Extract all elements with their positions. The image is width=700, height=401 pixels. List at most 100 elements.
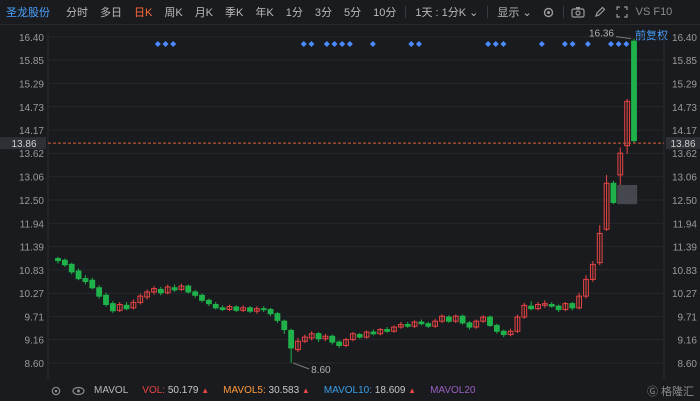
candle-body[interactable] — [281, 320, 288, 331]
candle-body[interactable] — [247, 307, 253, 312]
candle-body[interactable] — [75, 270, 82, 280]
candle-body[interactable] — [199, 294, 205, 301]
y-tick-label-right: 14.73 — [672, 103, 697, 114]
candlestick-chart[interactable]: 16.40 16.40 15.85 15.85 15.29 15.29 14.73 14.73… — [0, 24, 700, 380]
candle-body[interactable] — [103, 294, 109, 305]
y-tick-label-left: 14.73 — [19, 103, 44, 114]
f10-button[interactable]: F10 — [653, 6, 672, 18]
candle-body[interactable] — [425, 323, 432, 327]
candle-body[interactable] — [171, 287, 178, 291]
candle-body[interactable] — [459, 315, 466, 324]
candle-body[interactable] — [404, 324, 411, 327]
candle-body[interactable] — [528, 305, 535, 310]
candle-body[interactable] — [336, 341, 343, 346]
y-tick-label-left: 12.50 — [19, 196, 44, 207]
event-marker[interactable] — [162, 41, 169, 47]
tab-3[interactable]: 周K — [158, 4, 188, 20]
chart-toolbar: 圣龙股份 分时 多日 日K 周K 月K 季K 年K 1分 3分 5分 10分 1天 : 1分K ⌄ … — [0, 0, 700, 25]
candle-body[interactable] — [569, 303, 576, 309]
settings-gear-icon[interactable] — [541, 4, 557, 20]
event-marker[interactable] — [323, 41, 330, 47]
min-annotation-line — [292, 362, 310, 370]
eye-icon[interactable] — [70, 383, 86, 399]
tab-0[interactable]: 分时 — [60, 4, 94, 20]
event-marker[interactable] — [339, 41, 346, 47]
candle-body[interactable] — [205, 299, 212, 305]
candle-body[interactable] — [487, 316, 493, 326]
event-marker[interactable] — [569, 41, 576, 47]
event-marker[interactable] — [623, 41, 630, 47]
tab-6[interactable]: 年K — [249, 4, 279, 20]
candle-body[interactable] — [274, 313, 281, 321]
candle-body[interactable] — [445, 316, 452, 322]
candle-body[interactable] — [89, 279, 96, 289]
tab-5[interactable]: 季K — [219, 4, 249, 20]
pencil-icon[interactable] — [592, 4, 608, 20]
event-marker[interactable] — [308, 41, 315, 47]
candle-body[interactable] — [288, 329, 295, 349]
crosshair-box — [617, 184, 638, 205]
tab-2[interactable]: 日K — [128, 4, 158, 20]
candle-body[interactable] — [123, 304, 130, 310]
event-marker[interactable] — [300, 41, 307, 47]
up-arrow-icon: ▲ — [201, 386, 210, 395]
candle-body[interactable] — [82, 278, 89, 282]
event-marker[interactable] — [408, 41, 415, 47]
tab-8[interactable]: 3分 — [309, 4, 338, 20]
tab-10[interactable]: 10分 — [367, 4, 402, 20]
tab-7[interactable]: 1分 — [280, 4, 309, 20]
event-marker[interactable] — [369, 41, 376, 47]
event-marker[interactable] — [154, 41, 161, 47]
settings-gear-icon[interactable] — [48, 383, 64, 399]
candle-body[interactable] — [493, 324, 500, 332]
indicator-label: MAVOL5: — [223, 385, 266, 396]
candle-body[interactable] — [68, 263, 75, 273]
stock-name[interactable]: 圣龙股份 — [6, 4, 50, 20]
candle-body[interactable] — [500, 330, 507, 336]
candle-body[interactable] — [55, 258, 61, 262]
candle-body[interactable] — [631, 40, 637, 142]
display-dropdown[interactable]: 显示 ⌄ — [491, 4, 537, 20]
candle-body[interactable] — [466, 322, 473, 328]
tab-9[interactable]: 5分 — [338, 4, 367, 20]
fullscreen-icon[interactable] — [614, 4, 630, 20]
candle-body[interactable] — [212, 303, 219, 309]
event-marker[interactable] — [538, 41, 545, 47]
event-marker[interactable] — [415, 41, 422, 47]
candle-body[interactable] — [418, 321, 425, 325]
candle-body[interactable] — [384, 329, 391, 332]
event-marker[interactable] — [500, 41, 507, 47]
candle-body[interactable] — [192, 291, 199, 296]
event-marker[interactable] — [561, 41, 568, 47]
event-marker[interactable] — [492, 41, 499, 47]
candle-body[interactable] — [315, 333, 322, 340]
event-marker[interactable] — [170, 41, 177, 47]
event-marker[interactable] — [584, 41, 591, 47]
camera-icon[interactable] — [570, 4, 586, 20]
event-marker[interactable] — [346, 41, 353, 47]
candle-body[interactable] — [610, 182, 617, 204]
candle-body[interactable] — [233, 306, 240, 311]
period-dropdown[interactable]: 1天 : 1分K ⌄ — [409, 4, 484, 20]
candle-body[interactable] — [109, 303, 116, 312]
tab-4[interactable]: 月K — [189, 4, 219, 20]
candle-body[interactable] — [548, 303, 555, 307]
candle-body[interactable] — [219, 307, 226, 311]
candle-body[interactable] — [61, 259, 68, 266]
event-marker[interactable] — [331, 41, 338, 47]
event-marker[interactable] — [485, 41, 492, 47]
candle-body[interactable] — [329, 335, 336, 343]
candle-body[interactable] — [185, 285, 192, 293]
candle-body[interactable] — [370, 331, 377, 335]
event-marker[interactable] — [607, 41, 614, 47]
event-marker[interactable] — [615, 41, 622, 47]
divider — [487, 6, 489, 18]
vs-compare-button[interactable]: VS — [636, 6, 651, 18]
candle-body[interactable] — [157, 288, 164, 294]
candle-body[interactable] — [96, 287, 103, 297]
candle-body[interactable] — [356, 334, 363, 338]
candle-body[interactable] — [260, 308, 267, 311]
candle-body[interactable] — [267, 309, 274, 315]
tab-1[interactable]: 多日 — [94, 4, 128, 20]
candle-body[interactable] — [555, 305, 562, 311]
